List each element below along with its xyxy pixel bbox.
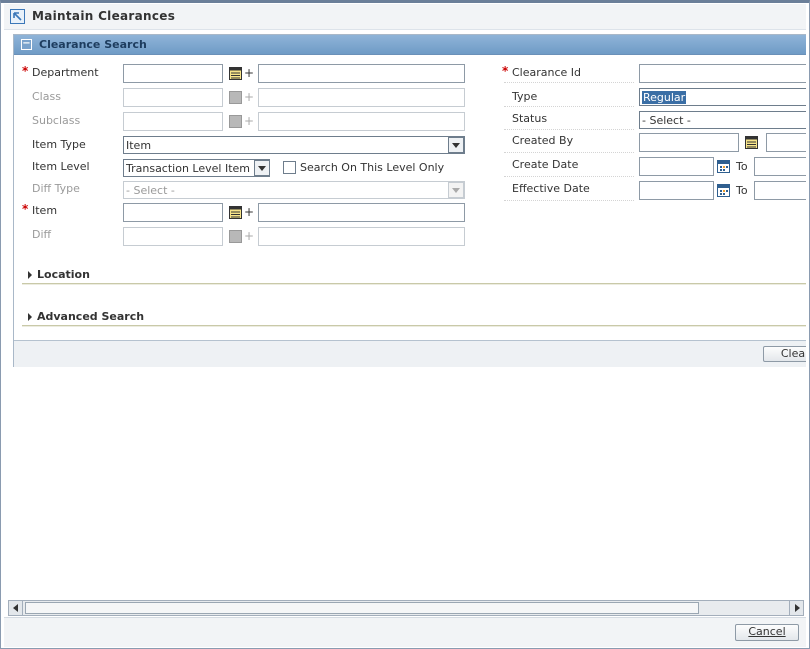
search-level-only-checkbox[interactable] bbox=[283, 161, 296, 174]
effective-date-label: Effective Date bbox=[512, 182, 590, 195]
department-description bbox=[258, 64, 465, 83]
row-divider bbox=[504, 129, 634, 130]
item-type-select[interactable]: Item bbox=[123, 136, 465, 154]
maximize-icon[interactable] bbox=[10, 9, 25, 24]
search-level-only-label: Search On This Level Only bbox=[300, 161, 445, 174]
effective-date-to-input[interactable] bbox=[754, 181, 806, 200]
row-divider bbox=[504, 176, 634, 177]
type-select-value: Regular bbox=[642, 91, 687, 104]
item-type-label: Item Type bbox=[32, 138, 86, 151]
plus-icon: + bbox=[244, 90, 255, 104]
subclass-input bbox=[123, 112, 223, 131]
diff-type-select: - Select - bbox=[123, 181, 465, 199]
diff-description bbox=[258, 227, 465, 246]
item-level-select[interactable]: Transaction Level Item bbox=[123, 159, 270, 177]
content-area: − Clearance Search * Department + Class … bbox=[8, 31, 806, 600]
triangle-right-icon[interactable] bbox=[28, 271, 32, 279]
created-by-description bbox=[766, 133, 806, 152]
lov-icon bbox=[229, 91, 242, 104]
plus-icon: + bbox=[244, 205, 255, 219]
row-divider bbox=[504, 152, 634, 153]
cancel-button-label: Cancel bbox=[748, 625, 786, 638]
plus-icon: + bbox=[244, 114, 255, 128]
status-label: Status bbox=[512, 112, 548, 125]
panel-title: Clearance Search bbox=[39, 38, 147, 51]
required-marker: * bbox=[22, 202, 29, 216]
lov-icon[interactable] bbox=[745, 136, 758, 149]
subclass-description bbox=[258, 112, 465, 131]
panel-footer: Clea bbox=[14, 340, 806, 367]
scroll-thumb[interactable] bbox=[25, 602, 699, 614]
type-select[interactable]: Regular bbox=[639, 88, 806, 106]
department-label: Department bbox=[32, 66, 99, 79]
location-section-title[interactable]: Location bbox=[37, 268, 90, 281]
chevron-down-icon bbox=[448, 182, 464, 198]
calendar-icon[interactable] bbox=[717, 160, 730, 173]
lov-icon[interactable] bbox=[229, 67, 242, 80]
triangle-right-icon[interactable] bbox=[28, 313, 32, 321]
item-level-label: Item Level bbox=[32, 160, 90, 173]
title-bar: Maintain Clearances bbox=[4, 4, 806, 30]
subclass-label: Subclass bbox=[32, 114, 81, 127]
scroll-right-icon[interactable] bbox=[789, 601, 803, 615]
item-label: Item bbox=[32, 204, 58, 217]
status-select[interactable]: - Select - bbox=[639, 111, 806, 129]
lov-icon[interactable] bbox=[229, 206, 242, 219]
row-divider bbox=[504, 106, 634, 107]
item-input[interactable] bbox=[123, 203, 223, 222]
dialog-footer: Cancel bbox=[4, 617, 806, 647]
plus-icon: + bbox=[244, 66, 255, 80]
class-label: Class bbox=[32, 90, 61, 103]
chevron-down-icon[interactable] bbox=[254, 160, 270, 176]
diff-type-label: Diff Type bbox=[32, 182, 80, 195]
class-description bbox=[258, 88, 465, 107]
advanced-search-section-title[interactable]: Advanced Search bbox=[37, 310, 144, 323]
window-title: Maintain Clearances bbox=[32, 9, 176, 23]
effective-date-from-input[interactable] bbox=[639, 181, 714, 200]
cancel-button[interactable]: Cancel bbox=[735, 624, 799, 641]
clearance-search-panel: − Clearance Search * Department + Class … bbox=[13, 34, 806, 367]
collapse-icon[interactable]: − bbox=[21, 39, 32, 50]
lov-icon bbox=[229, 230, 242, 243]
department-input[interactable] bbox=[123, 64, 223, 83]
create-date-from-input[interactable] bbox=[639, 157, 714, 176]
clear-button[interactable]: Clea bbox=[763, 346, 806, 362]
row-divider bbox=[504, 82, 634, 83]
created-by-input[interactable] bbox=[639, 133, 739, 152]
required-marker: * bbox=[22, 64, 29, 78]
class-input bbox=[123, 88, 223, 107]
chevron-down-icon[interactable] bbox=[448, 137, 464, 153]
section-divider bbox=[22, 283, 806, 285]
lov-icon bbox=[229, 115, 242, 128]
plus-icon: + bbox=[244, 229, 255, 243]
row-divider bbox=[504, 200, 634, 201]
create-date-to-label: To bbox=[736, 160, 748, 173]
section-divider bbox=[22, 325, 806, 327]
horizontal-scrollbar[interactable] bbox=[8, 600, 804, 616]
clearance-id-label: Clearance Id bbox=[512, 66, 582, 79]
required-marker: * bbox=[502, 64, 509, 78]
created-by-label: Created By bbox=[512, 134, 574, 147]
create-date-label: Create Date bbox=[512, 158, 579, 171]
item-description bbox=[258, 203, 465, 222]
scroll-left-icon[interactable] bbox=[9, 601, 23, 615]
diff-input bbox=[123, 227, 223, 246]
panel-header: − Clearance Search bbox=[14, 35, 806, 55]
clearance-id-input[interactable] bbox=[639, 64, 806, 83]
create-date-to-input[interactable] bbox=[754, 157, 806, 176]
diff-label: Diff bbox=[32, 228, 52, 241]
type-label: Type bbox=[512, 90, 538, 103]
calendar-icon[interactable] bbox=[717, 184, 730, 197]
effective-date-to-label: To bbox=[736, 184, 748, 197]
